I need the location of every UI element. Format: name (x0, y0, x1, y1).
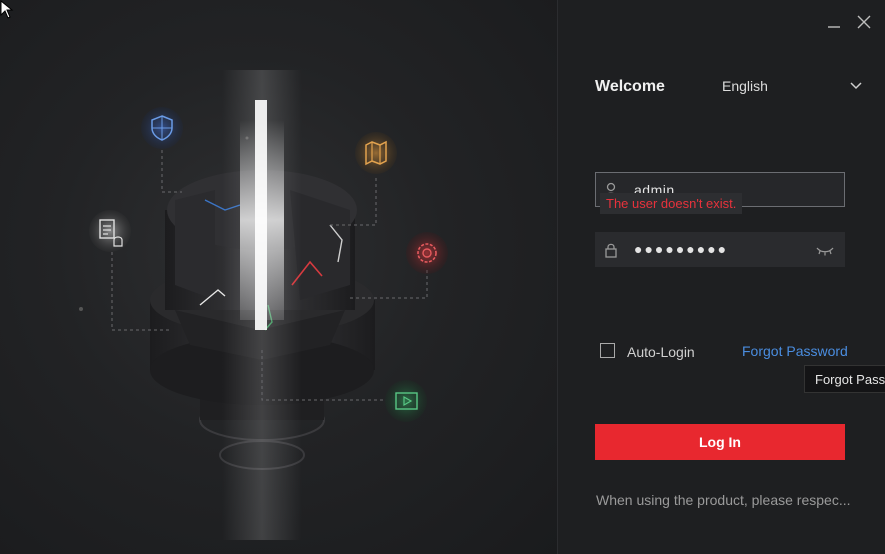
minimize-icon (828, 26, 840, 28)
language-select[interactable]: English (722, 78, 866, 98)
mouse-pointer-icon (0, 0, 14, 19)
close-icon (857, 15, 871, 29)
forgot-password-tooltip: Forgot Pass (804, 365, 885, 393)
video-play-icon (385, 380, 427, 422)
password-value: ●●●●●●●●● (634, 241, 729, 257)
language-value: English (722, 78, 768, 94)
eye-closed-icon[interactable] (816, 243, 834, 257)
welcome-title: Welcome (595, 78, 665, 95)
map-icon (355, 132, 397, 174)
lock-icon (605, 243, 617, 258)
usage-notice-link[interactable]: When using the product, please respec... (596, 492, 850, 508)
security-hub-illustration (79, 70, 448, 540)
auto-login-checkbox[interactable] (600, 343, 615, 358)
username-error-tooltip: The user doesn't exist. (600, 193, 743, 214)
minimize-button[interactable] (822, 10, 846, 34)
password-field[interactable]: ●●●●●●●●● (595, 232, 845, 267)
document-alarm-icon (89, 210, 131, 252)
auto-login-label: Auto-Login (627, 344, 695, 360)
chevron-down-icon (850, 82, 862, 90)
close-button[interactable] (852, 10, 876, 34)
shield-icon (141, 107, 183, 149)
illustration-panel (0, 0, 557, 554)
forgot-password-link[interactable]: Forgot Password (742, 343, 848, 359)
login-button[interactable]: Log In (595, 424, 845, 460)
settings-gear-icon (406, 232, 448, 274)
